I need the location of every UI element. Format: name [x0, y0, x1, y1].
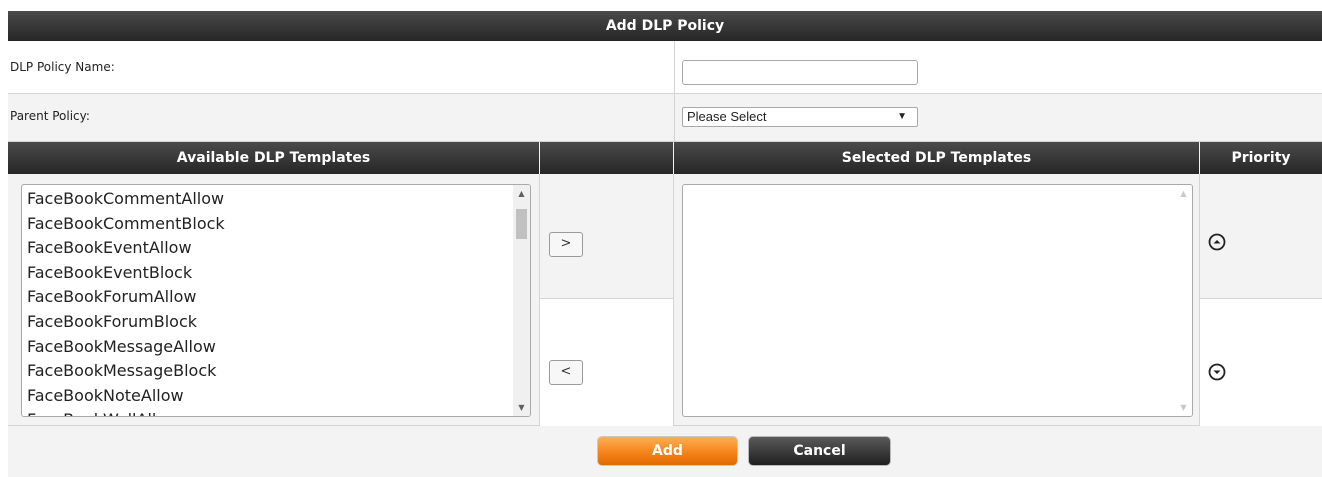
- parent-policy-row: Parent Policy: Please Select ▼: [8, 94, 1322, 142]
- list-item[interactable]: FaceBookEventAllow: [27, 236, 225, 261]
- list-item[interactable]: FaceBookMessageAllow: [27, 335, 225, 360]
- form-title-bar: Add DLP Policy: [8, 11, 1322, 41]
- scroll-up-arrow-icon[interactable]: ▲: [513, 185, 530, 202]
- add-button[interactable]: Add: [597, 436, 738, 466]
- policy-name-input[interactable]: [682, 60, 918, 85]
- parent-policy-selected-value: Please Select: [687, 109, 767, 124]
- list-item[interactable]: FaceBookForumBlock: [27, 310, 225, 335]
- column-divider: [674, 41, 675, 94]
- available-templates-header: Available DLP Templates: [8, 142, 539, 174]
- priority-header: Priority: [1200, 142, 1322, 174]
- move-left-button[interactable]: <: [549, 360, 583, 385]
- list-item[interactable]: FaceBookEventBlock: [27, 261, 225, 286]
- scroll-down-arrow-icon[interactable]: ▼: [1175, 399, 1192, 416]
- parent-policy-select[interactable]: Please Select ▼: [682, 107, 918, 127]
- circle-chevron-down-icon[interactable]: [1208, 363, 1226, 381]
- cancel-button[interactable]: Cancel: [748, 436, 891, 466]
- list-item[interactable]: FaceBookCommentBlock: [27, 212, 225, 237]
- list-item[interactable]: FaceBookNoteAllow: [27, 384, 225, 409]
- form-title: Add DLP Policy: [605, 18, 725, 34]
- move-buttons-header: [540, 142, 673, 174]
- scroll-down-arrow-icon[interactable]: ▼: [513, 399, 530, 416]
- column-divider: [673, 174, 674, 426]
- dropdown-arrow-icon: ▼: [897, 111, 907, 122]
- add-dlp-policy-form: Add DLP Policy DLP Policy Name: Parent P…: [8, 11, 1322, 477]
- move-right-button[interactable]: >: [549, 232, 583, 257]
- available-templates-listbox[interactable]: FaceBookCommentAllow FaceBookCommentBloc…: [21, 184, 531, 417]
- policy-name-label: DLP Policy Name:: [10, 60, 115, 74]
- list-item[interactable]: FaceBookForumAllow: [27, 285, 225, 310]
- column-divider: [674, 94, 675, 142]
- available-templates-list: FaceBookCommentAllow FaceBookCommentBloc…: [27, 187, 225, 416]
- selected-templates-listbox[interactable]: ▲ ▼: [682, 184, 1193, 417]
- list-item[interactable]: FaceBookMessageBlock: [27, 359, 225, 384]
- selected-list-scrollbar[interactable]: ▲ ▼: [1175, 185, 1192, 416]
- available-list-scrollbar[interactable]: ▲ ▼: [513, 185, 530, 416]
- policy-name-row: DLP Policy Name:: [8, 41, 1322, 94]
- priority-down-cell: [1200, 298, 1322, 426]
- list-item[interactable]: FaceBookCommentAllow: [27, 187, 225, 212]
- list-item[interactable]: FaceBookWallAllow: [27, 408, 225, 416]
- parent-policy-label: Parent Policy:: [10, 109, 90, 123]
- scrollbar-thumb[interactable]: [516, 209, 527, 239]
- circle-chevron-up-icon[interactable]: [1208, 233, 1226, 251]
- selected-templates-header: Selected DLP Templates: [674, 142, 1199, 174]
- templates-body: FaceBookCommentAllow FaceBookCommentBloc…: [8, 174, 1322, 426]
- scroll-up-arrow-icon[interactable]: ▲: [1175, 185, 1192, 202]
